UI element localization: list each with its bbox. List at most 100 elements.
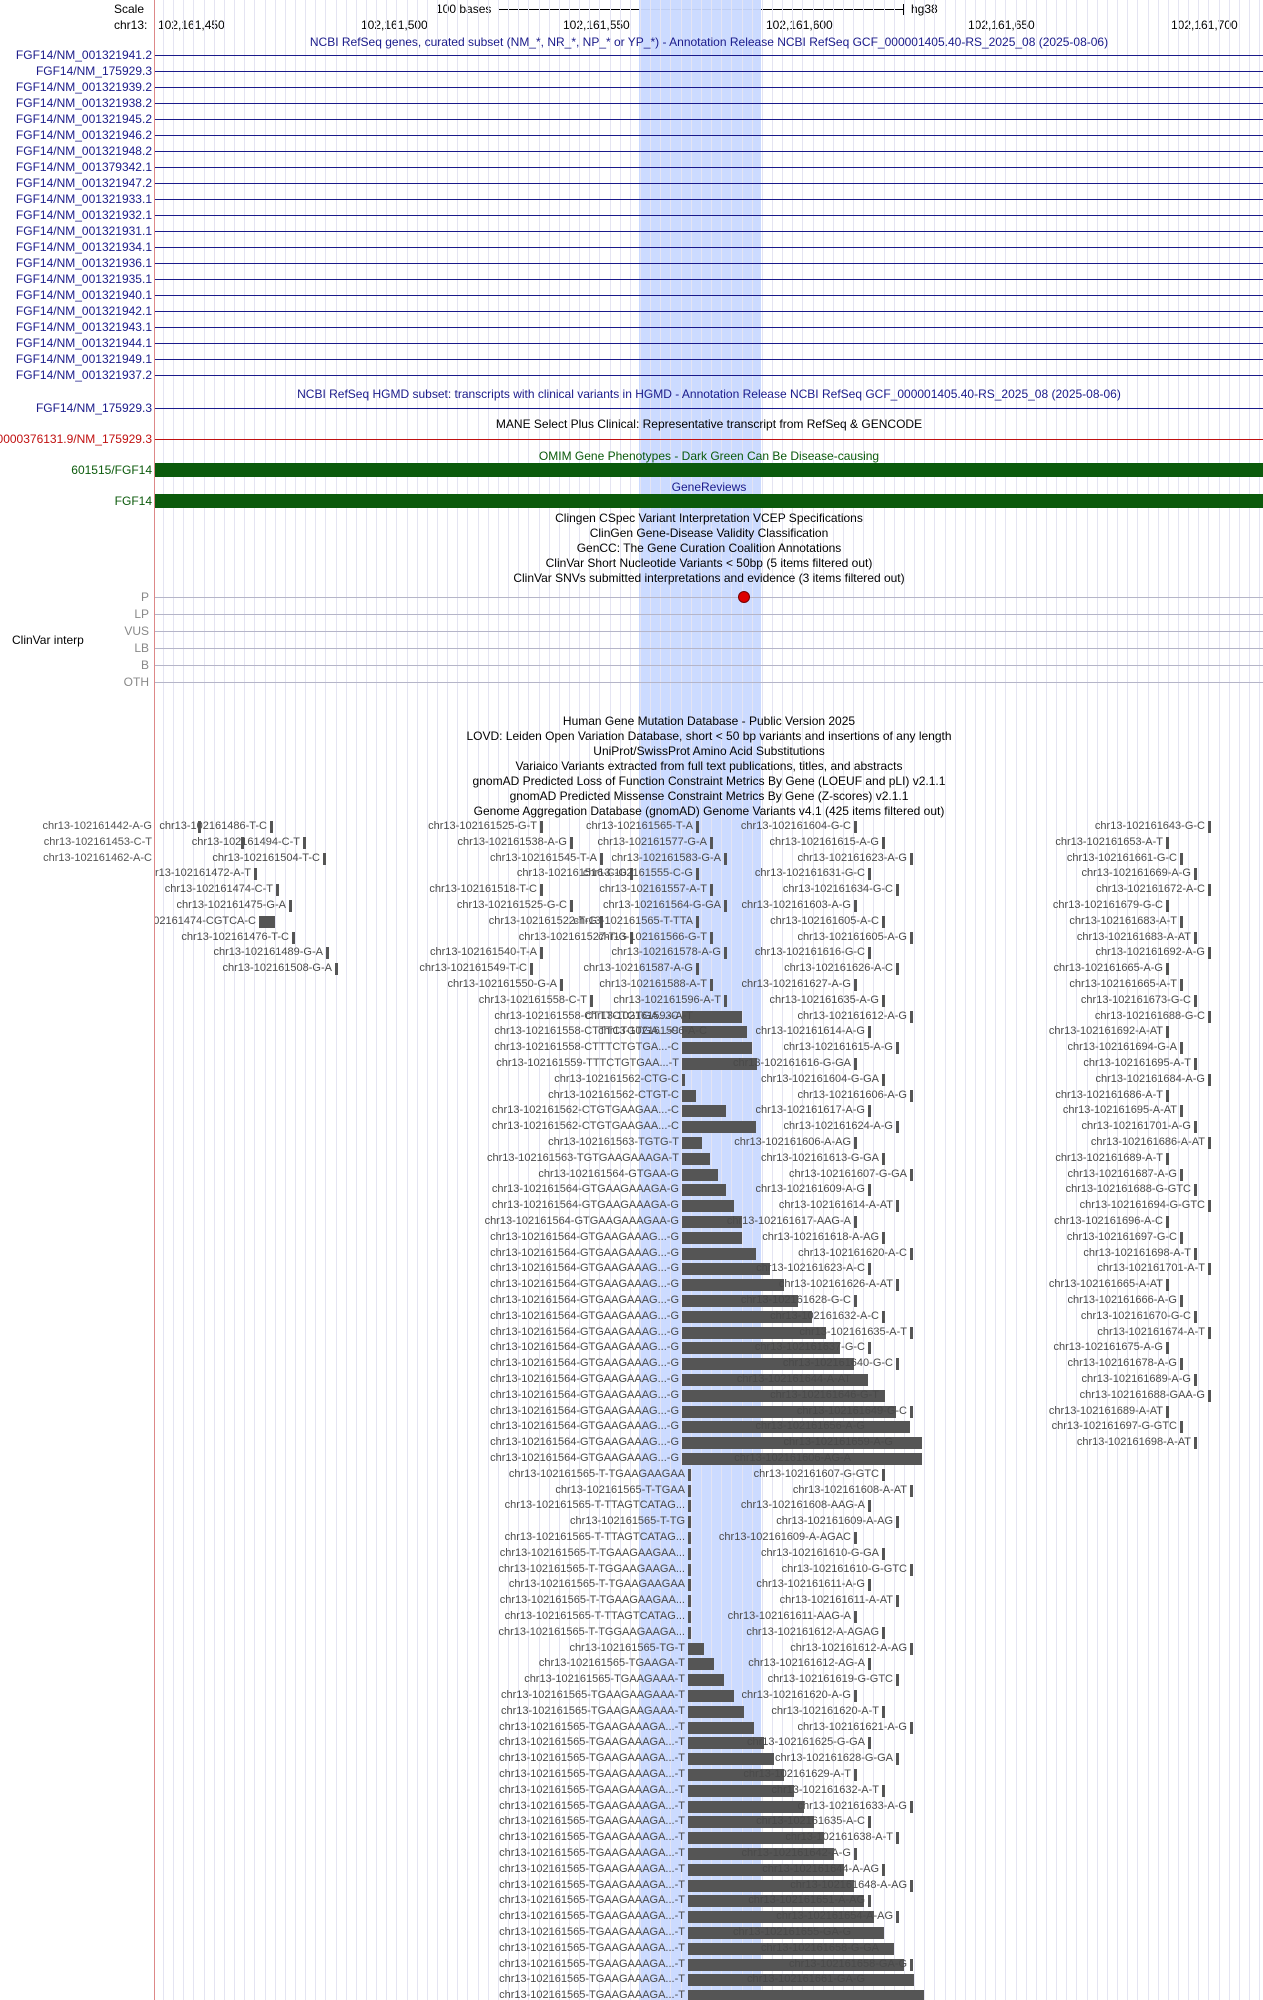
gnomad-variant-label[interactable]: chr13-102161616-G-GA bbox=[733, 1057, 851, 1070]
refseq-item-label[interactable]: FGF14/NM_001321933.1 bbox=[16, 192, 152, 206]
refseq-curated-title[interactable]: NCBI RefSeq genes, curated subset (NM_*,… bbox=[155, 35, 1263, 49]
genereviews-title[interactable]: GeneReviews bbox=[155, 480, 1263, 494]
gnomad-variant-label[interactable]: chr13-102161619-G-GTC bbox=[768, 1673, 893, 1686]
gnomad-variant-label[interactable]: chr13-102161489-G-A bbox=[214, 946, 323, 959]
gnomad-variant-label[interactable]: chr13-102161617-AAG-A bbox=[727, 1215, 851, 1228]
gnomad-variant-label[interactable]: chr13-102161565-TGAAGAAAGA...-T bbox=[499, 1721, 685, 1734]
gnomad-variant-label[interactable]: chr13-102161611-A-AT bbox=[780, 1594, 893, 1607]
gnomad-variant-bar[interactable] bbox=[688, 1547, 691, 1560]
gnomad-variant-bar[interactable] bbox=[1208, 1010, 1211, 1023]
gnomad-variant-label[interactable]: chr13-102161565-TGAAGAAAGA...-T bbox=[499, 1800, 685, 1813]
track-title[interactable]: gnomAD Predicted Loss of Function Constr… bbox=[155, 774, 1263, 788]
gnomad-variant-bar[interactable] bbox=[1208, 1073, 1211, 1086]
gnomad-variant-label[interactable]: chr13-102161634-G-C bbox=[783, 883, 893, 896]
gnomad-variant-bar[interactable] bbox=[1208, 821, 1211, 833]
gnomad-variant-label[interactable]: chr13-102161688-GAA-G bbox=[1080, 1389, 1205, 1402]
gnomad-variant-bar[interactable] bbox=[868, 868, 871, 881]
track-title[interactable]: Variaico Variants extracted from full te… bbox=[155, 759, 1263, 773]
gnomad-variant-label[interactable]: chr13-102161562-CTGTGAAGAA...-C bbox=[492, 1104, 679, 1117]
gnomad-variant-bar[interactable] bbox=[688, 1484, 691, 1497]
hgmd-item-label[interactable]: FGF14/NM_175929.3 bbox=[36, 401, 152, 415]
gnomad-item-label[interactable]: chr13-102161462-A-C bbox=[43, 851, 152, 865]
gnomad-variant-label[interactable]: chr13-102161683-A-AT bbox=[1077, 931, 1191, 944]
gnomad-variant-label[interactable]: chr13-102161611-AAG-A bbox=[728, 1610, 851, 1623]
gnomad-variant-bar[interactable] bbox=[540, 884, 543, 897]
gnomad-variant-bar[interactable] bbox=[854, 1137, 857, 1149]
gnomad-variant-bar[interactable] bbox=[688, 1642, 704, 1655]
gnomad-variant-label[interactable]: chr13-102161658-GA-G bbox=[789, 1958, 907, 1971]
gnomad-variant-bar[interactable] bbox=[896, 1595, 899, 1608]
gnomad-variant-label[interactable]: chr13-102161632-A-T bbox=[771, 1784, 879, 1797]
gnomad-variant-bar[interactable] bbox=[896, 1832, 899, 1845]
gnomad-variant-bar[interactable] bbox=[896, 884, 899, 897]
gnomad-variant-label[interactable]: chr13-102161620-A-G bbox=[742, 1689, 851, 1702]
gnomad-variant-bar[interactable] bbox=[882, 1152, 885, 1165]
gnomad-variant-bar[interactable] bbox=[682, 1168, 718, 1181]
gnomad-variant-bar[interactable] bbox=[910, 931, 913, 944]
gnomad-variant-label[interactable]: chr13-102161565-TGAAGAAAGA...-T bbox=[499, 1989, 685, 2000]
gnomad-variant-bar[interactable] bbox=[1180, 1105, 1183, 1118]
gnomad-variant-bar[interactable] bbox=[688, 1532, 691, 1544]
refseq-item-label[interactable]: FGF14/NM_001321943.1 bbox=[16, 320, 152, 334]
gnomad-variant-label[interactable]: chr13-102161659-A-G bbox=[784, 1436, 893, 1449]
gnomad-variant-bar[interactable] bbox=[854, 1058, 857, 1070]
gnomad-variant-bar[interactable] bbox=[882, 1468, 885, 1481]
gnomad-variant-bar[interactable] bbox=[896, 963, 899, 976]
gnomad-variant-bar[interactable] bbox=[854, 1927, 857, 1939]
gnomad-variant-bar[interactable] bbox=[910, 852, 913, 865]
gnomad-variant-bar[interactable] bbox=[1180, 1421, 1183, 1434]
gnomad-variant-label[interactable]: chr13-102161565-T-TGAA bbox=[555, 1484, 685, 1497]
gnomad-variant-label[interactable]: chr13-102161486-T-C bbox=[159, 820, 267, 833]
gnomad-variant-label[interactable]: chr13-102161616-G-C bbox=[755, 946, 865, 959]
gnomad-variant-label[interactable]: chr13-102161555-C-G bbox=[583, 867, 693, 880]
refseq-item-label[interactable]: FGF14/NM_001321935.1 bbox=[16, 272, 152, 286]
gnomad-variant-label[interactable]: chr13-102161564-GTGAAGAAAG...-G bbox=[490, 1326, 679, 1339]
gnomad-variant-bar[interactable] bbox=[688, 1800, 804, 1813]
gnomad-variant-bar[interactable] bbox=[882, 1073, 885, 1086]
gnomad-variant-bar[interactable] bbox=[882, 1784, 885, 1797]
gnomad-variant-bar[interactable] bbox=[1208, 1389, 1211, 1402]
gnomad-variant-label[interactable]: chr13-102161563-TGTGAAGAAAGA-T bbox=[487, 1152, 679, 1165]
gnomad-variant-bar[interactable] bbox=[854, 1453, 857, 1465]
gnomad-variant-label[interactable]: chr13-102161609-A-AG bbox=[776, 1515, 893, 1528]
gnomad-variant-bar[interactable] bbox=[682, 1279, 784, 1292]
gnomad-variant-bar[interactable] bbox=[868, 1895, 871, 1908]
gnomad-variant-label[interactable]: chr13-102161653-A-T bbox=[1055, 836, 1163, 849]
gnomad-variant-label[interactable]: chr13-102161625-G-GA bbox=[747, 1736, 865, 1749]
gnomad-variant-bar[interactable] bbox=[910, 1089, 913, 1102]
gnomad-variant-bar[interactable] bbox=[1180, 1042, 1183, 1055]
omim-title[interactable]: OMIM Gene Phenotypes - Dark Green Can Be… bbox=[155, 449, 1263, 463]
gnomad-variant-bar[interactable] bbox=[868, 1579, 871, 1592]
gnomad-variant-label[interactable]: chr13-102161606-AG-A bbox=[734, 1452, 851, 1465]
track-title[interactable]: LOVD: Leiden Open Variation Database, sh… bbox=[155, 729, 1263, 743]
gnomad-variant-bar[interactable] bbox=[1194, 1374, 1197, 1386]
gnomad-variant-label[interactable]: chr13-102161565-TGAAGAAA-T bbox=[524, 1673, 685, 1686]
refseq-gene-line[interactable] bbox=[155, 343, 1263, 344]
gnomad-variant-label[interactable]: chr13-102161608-A-AT bbox=[793, 1484, 907, 1497]
gnomad-variant-label[interactable]: chr13-102161607-G-GTC bbox=[754, 1468, 879, 1481]
gnomad-variant-bar[interactable] bbox=[896, 1279, 899, 1292]
gnomad-variant-bar[interactable] bbox=[910, 1247, 913, 1260]
refseq-item-label[interactable]: FGF14/NM_001379342.1 bbox=[16, 160, 152, 174]
gnomad-variant-bar[interactable] bbox=[682, 1200, 734, 1213]
gnomad-variant-bar[interactable] bbox=[710, 884, 713, 897]
gnomad-variant-label[interactable]: chr13-102161504-T-C bbox=[212, 852, 320, 865]
mane-title[interactable]: MANE Select Plus Clinical: Representativ… bbox=[155, 417, 1263, 431]
gnomad-variant-label[interactable]: chr13-102161626-A-AT bbox=[779, 1278, 893, 1291]
gnomad-variant-bar[interactable] bbox=[882, 994, 885, 1007]
refseq-gene-line[interactable] bbox=[155, 199, 1263, 200]
gnomad-variant-bar[interactable] bbox=[854, 1532, 857, 1544]
gnomad-variant-label[interactable]: chr13-102161686-A-T bbox=[1055, 1089, 1163, 1102]
gnomad-variant-label[interactable]: chr13-102161658-G-GA bbox=[761, 1942, 879, 1955]
gnomad-variant-bar[interactable] bbox=[896, 1200, 899, 1213]
gnomad-variant-label[interactable]: chr13-102161565-TGAAGAAAGA...-T bbox=[499, 1768, 685, 1781]
gnomad-variant-bar[interactable] bbox=[896, 1042, 899, 1055]
gnomad-variant-label[interactable]: chr13-102161525-G-T bbox=[428, 820, 537, 833]
gnomad-variant-label[interactable]: chr13-102161604-G-C bbox=[741, 820, 851, 833]
gnomad-variant-bar[interactable] bbox=[1194, 1437, 1197, 1450]
refseq-item-label[interactable]: FGF14/NM_001321942.1 bbox=[16, 304, 152, 318]
gnomad-variant-bar[interactable] bbox=[882, 1547, 885, 1560]
gnomad-variant-label[interactable]: chr13-102161564-GTGAAGAAAG...-G bbox=[490, 1357, 679, 1370]
refseq-item-label[interactable]: FGF14/NM_001321934.1 bbox=[16, 240, 152, 254]
gnomad-variant-bar[interactable] bbox=[882, 1389, 885, 1402]
